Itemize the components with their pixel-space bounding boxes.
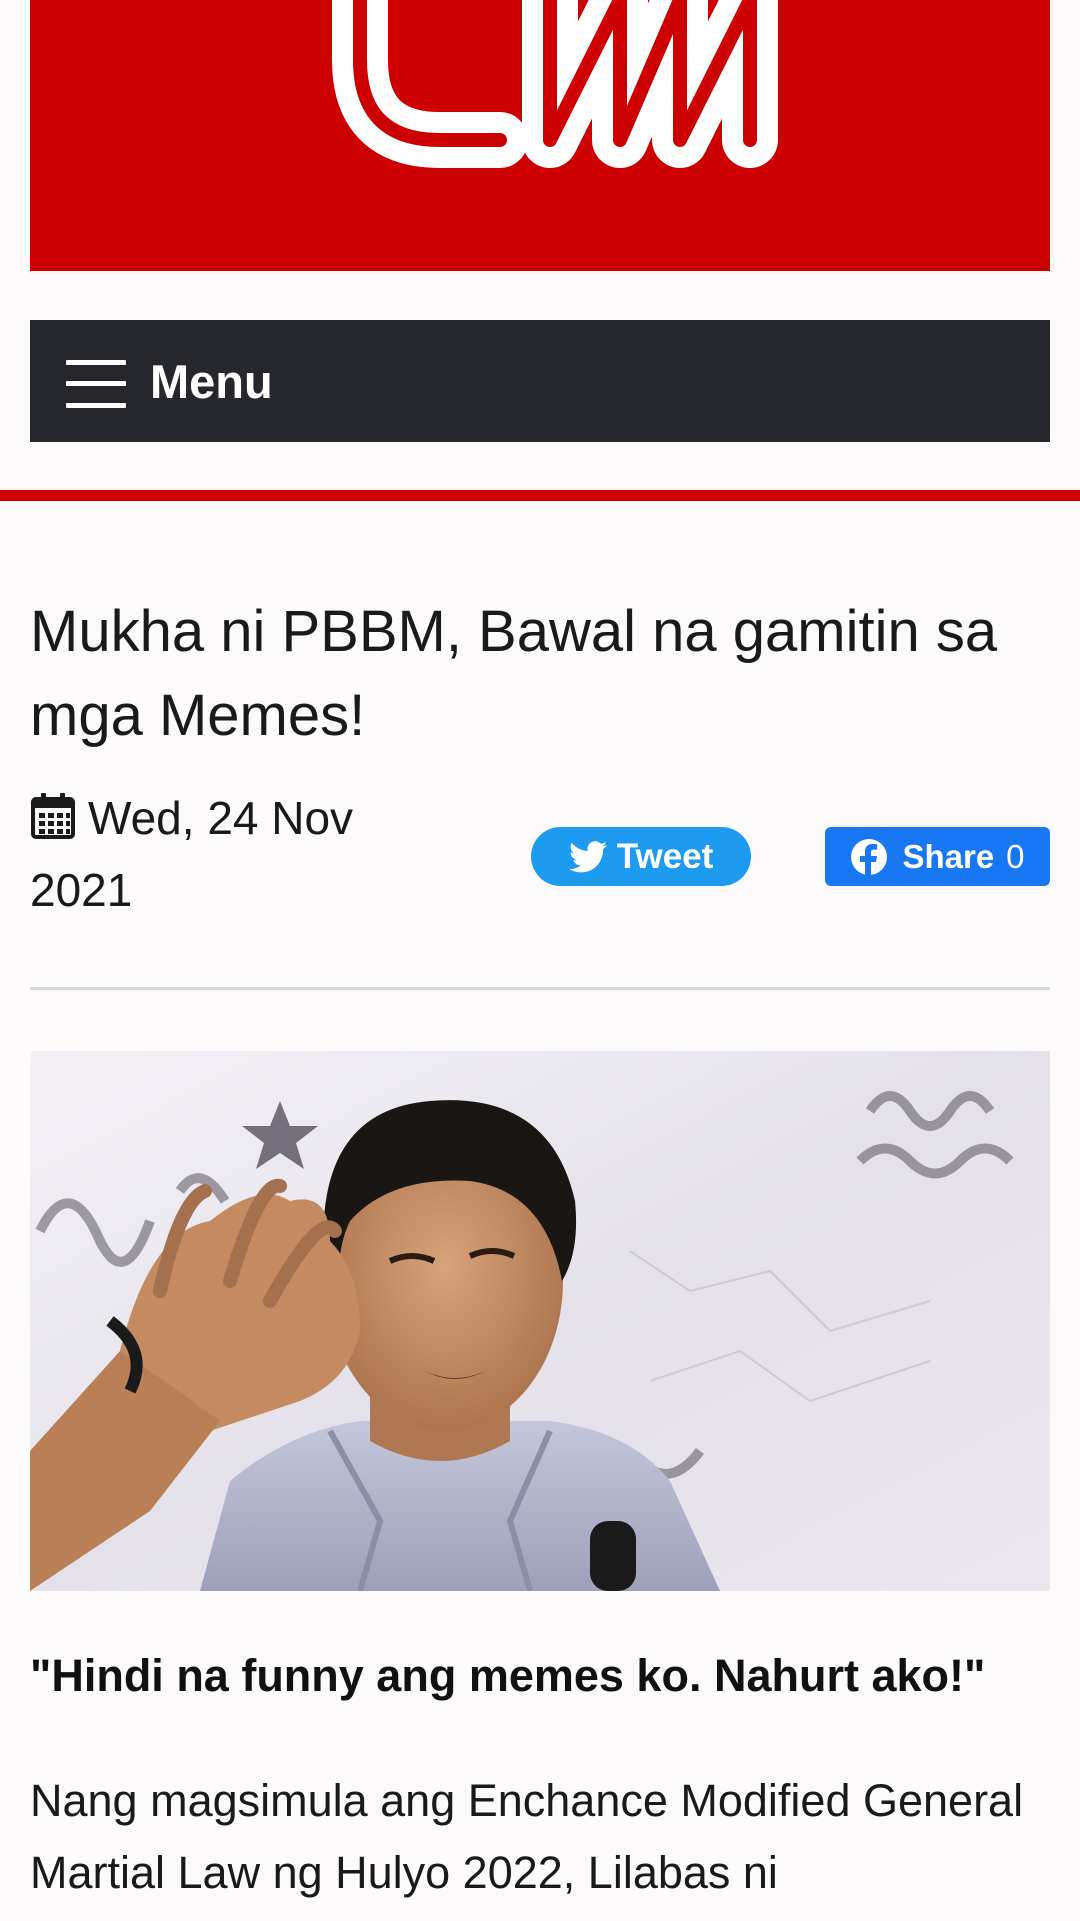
article-title: Mukha ni PBBM, Bawal na gamitin sa mga M…	[30, 599, 998, 748]
article-body: Nang magsimula ang Enchance Modified Gen…	[30, 1775, 1024, 1898]
tweet-label: Tweet	[616, 836, 714, 876]
facebook-icon	[851, 838, 888, 876]
article-date-text: Wed, 24 Nov 2021	[30, 792, 354, 916]
menu-label: Menu	[150, 355, 273, 408]
site-logo-banner[interactable]	[30, 0, 1050, 271]
menu-toggle-button[interactable]: Menu	[30, 320, 1050, 442]
share-count: 0	[1006, 837, 1025, 875]
hamburger-icon	[66, 360, 126, 408]
article-date: Wed, 24 Nov 2021	[30, 782, 450, 926]
calendar-icon	[31, 793, 75, 839]
article-hero-image	[30, 1051, 1050, 1591]
share-label: Share	[902, 837, 995, 875]
content-divider	[30, 987, 1050, 990]
article-quote: "Hindi na funny ang memes ko. Nahurt ako…	[30, 1650, 986, 1701]
facebook-share-button[interactable]: Share 0	[825, 827, 1050, 886]
cnn-logo	[332, 0, 778, 168]
header-divider	[0, 490, 1080, 501]
hero-photo	[30, 1051, 1050, 1591]
twitter-bird-icon	[568, 840, 607, 872]
tweet-button[interactable]: Tweet	[531, 827, 751, 886]
